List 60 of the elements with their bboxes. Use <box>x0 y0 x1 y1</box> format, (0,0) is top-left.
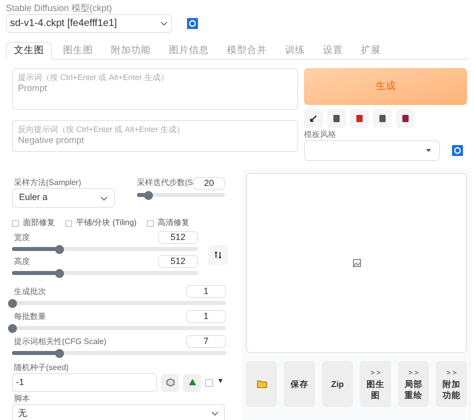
refresh-icon <box>452 145 463 156</box>
slider-thumb[interactable] <box>54 244 64 254</box>
slider[interactable] <box>137 190 225 200</box>
slider-thumb[interactable] <box>54 268 64 278</box>
dice-button[interactable] <box>161 374 179 392</box>
tool-button[interactable] <box>304 109 323 128</box>
arrow-icon <box>309 114 318 123</box>
model-select[interactable]: sd-v1-4.ckpt [fe4efff1e1] <box>6 14 172 32</box>
checkbox[interactable] <box>146 220 154 226</box>
refresh-icon <box>186 18 198 28</box>
checkbox-label: 面部修复 <box>23 217 55 229</box>
seed-field[interactable]: -1 <box>12 373 157 392</box>
script-label: 脚本 <box>13 394 31 404</box>
checkbox[interactable] <box>205 378 213 386</box>
number-field[interactable]: 1 <box>186 310 226 323</box>
slider-label: 采样迭代步数(S <box>137 177 193 189</box>
number-field[interactable]: 1 <box>186 285 226 298</box>
cube-icon <box>166 378 174 387</box>
swap-icon <box>214 250 222 258</box>
number-field[interactable]: 20 <box>193 177 225 190</box>
slider[interactable] <box>12 268 198 278</box>
checkbox-label: 高清修复 <box>158 217 190 229</box>
tool-button[interactable] <box>373 109 392 128</box>
slider-thumb[interactable] <box>8 324 17 332</box>
slider-thumb[interactable] <box>8 298 17 308</box>
folder-icon <box>256 380 266 388</box>
tab[interactable]: 文生图 <box>6 42 52 60</box>
seed-label: 随机种子(seed) <box>13 363 70 373</box>
sampler-select[interactable]: Euler a <box>12 188 115 208</box>
chevron-down-icon <box>211 411 219 416</box>
style-label: 模板风格 <box>304 130 337 140</box>
number-field[interactable]: 7 <box>186 335 226 348</box>
slider-label: 高度 <box>13 256 30 268</box>
slider-label: 提示词相关性(CFG Scale) <box>13 336 106 348</box>
checkbox[interactable] <box>65 220 72 226</box>
slider-thumb[interactable] <box>55 348 64 358</box>
model-label: Stable Diffusion 模型(ckpt) <box>6 3 113 13</box>
slider-label: 生成批次 <box>13 286 46 298</box>
slider-label: 宽度 <box>13 232 30 244</box>
checkbox[interactable] <box>12 220 19 226</box>
checkbox-label: 平铺/分块 (Tiling) <box>76 217 137 229</box>
slider[interactable] <box>12 348 226 358</box>
swap-button[interactable] <box>208 244 228 264</box>
chevron-down-icon <box>160 20 168 26</box>
number-field[interactable]: 512 <box>158 231 198 244</box>
script-select[interactable]: 无 <box>12 404 225 420</box>
image-icon <box>352 259 360 267</box>
recycle-button[interactable] <box>183 374 201 392</box>
output-button[interactable]: Zip <box>322 361 353 407</box>
slider[interactable] <box>12 244 198 254</box>
output-button[interactable]: 保存 <box>284 361 315 407</box>
tool-button[interactable] <box>327 109 346 128</box>
slider-thumb[interactable] <box>144 190 154 200</box>
sampler-label: 采样方法(Sampler) <box>13 177 82 188</box>
chevron-down-icon <box>100 196 108 200</box>
number-field[interactable]: 512 <box>158 255 198 268</box>
slider-label: 每批数量 <box>13 311 46 323</box>
tool-button[interactable] <box>396 109 415 128</box>
caret-icon <box>426 149 431 152</box>
folder-button[interactable] <box>246 361 277 407</box>
